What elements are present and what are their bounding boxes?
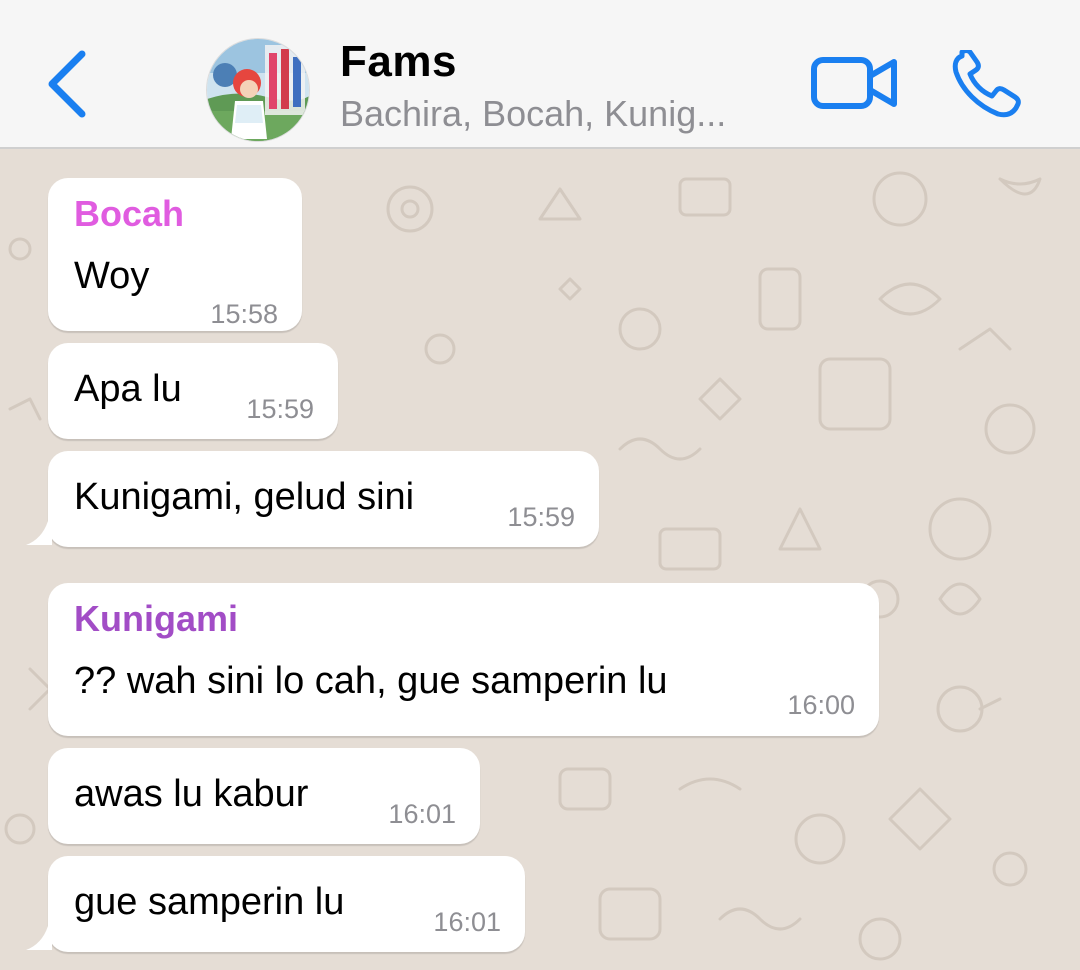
message-sender: Bocah bbox=[74, 193, 185, 234]
message-bubble[interactable]: gue samperin lu 16:01 bbox=[48, 856, 525, 952]
message-text: gue samperin lu bbox=[74, 881, 345, 923]
message-bubble[interactable]: Apa lu 15:59 bbox=[48, 343, 338, 439]
voice-call-button[interactable] bbox=[950, 48, 1026, 120]
message-bubble[interactable]: Kunigami, gelud sini 15:59 bbox=[48, 451, 599, 547]
message-timestamp: 15:58 bbox=[210, 299, 278, 329]
message-timestamp: 16:01 bbox=[433, 907, 501, 937]
message-timestamp: 16:01 bbox=[388, 799, 456, 829]
chat-screen: Fams Bachira, Bocah, Kunig... Bocah Woy … bbox=[0, 0, 1080, 970]
group-avatar[interactable] bbox=[206, 38, 310, 142]
chat-header: Fams Bachira, Bocah, Kunig... bbox=[0, 0, 1080, 149]
chat-participants: Bachira, Bocah, Kunig... bbox=[340, 93, 727, 134]
message-text: ?? wah sini lo cah, gue samperin lu bbox=[74, 660, 668, 702]
chevron-left-icon bbox=[48, 50, 86, 118]
group-avatar-image bbox=[207, 39, 309, 141]
video-camera-icon bbox=[811, 57, 897, 109]
chat-title-block[interactable]: Fams Bachira, Bocah, Kunig... bbox=[340, 34, 790, 136]
message-bubble[interactable]: awas lu kabur 16:01 bbox=[48, 748, 480, 844]
message-timestamp: 15:59 bbox=[246, 394, 314, 424]
chat-title: Fams bbox=[340, 37, 457, 86]
bubble-tail bbox=[26, 511, 52, 545]
message-timestamp: 15:59 bbox=[507, 502, 575, 532]
phone-icon bbox=[952, 48, 1021, 118]
video-call-button[interactable] bbox=[810, 54, 900, 114]
bubble-tail bbox=[26, 916, 52, 950]
message-bubble[interactable]: Bocah Woy 15:58 bbox=[48, 178, 302, 331]
message-timestamp: 16:00 bbox=[787, 690, 855, 720]
message-bubble[interactable]: Kunigami ?? wah sini lo cah, gue samperi… bbox=[48, 583, 879, 736]
message-text: Kunigami, gelud sini bbox=[74, 476, 415, 518]
message-text: Woy bbox=[74, 255, 150, 297]
back-button[interactable] bbox=[38, 44, 98, 124]
message-text: Apa lu bbox=[74, 368, 182, 410]
message-list[interactable]: Bocah Woy 15:58 Apa lu 15:59 Kunigami, g… bbox=[0, 149, 1080, 970]
message-text: awas lu kabur bbox=[74, 773, 309, 815]
message-sender: Kunigami bbox=[74, 598, 239, 639]
